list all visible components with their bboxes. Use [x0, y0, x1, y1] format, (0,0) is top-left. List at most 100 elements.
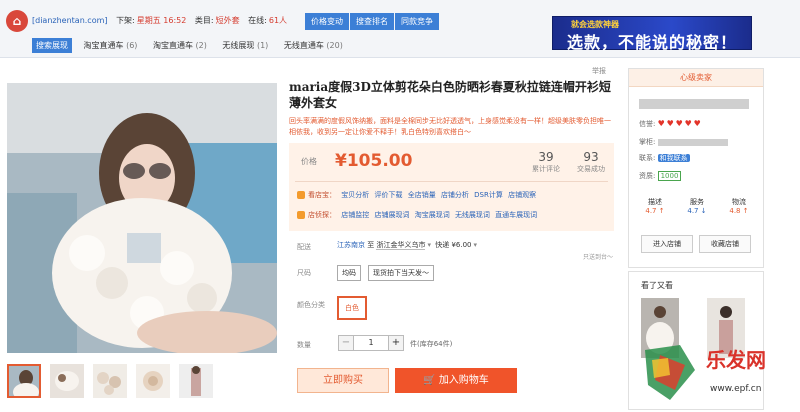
credit-label: 信誉: — [639, 120, 656, 128]
same-item-button[interactable]: 同款竞争 — [395, 13, 439, 30]
cart-icon: 🛒 — [423, 375, 439, 386]
ship-option[interactable]: 现货拍下当天发～ — [368, 265, 434, 281]
contact-row: 联系: 和我联系 — [639, 153, 690, 163]
divider — [295, 181, 608, 182]
seller-level-header: 心级卖家 — [629, 69, 763, 87]
link-shop-analysis[interactable]: 店铺分析 — [441, 191, 469, 199]
dianzhentan-label: 店侦探： — [308, 211, 336, 219]
link-shop-keywords[interactable]: 店铺展现词 — [374, 211, 409, 219]
thumbnail-2[interactable] — [50, 364, 84, 398]
tab-ztc-1[interactable]: 淘宝直通车 (6) — [80, 38, 142, 53]
online-label: 在线: — [248, 16, 267, 25]
color-label: 颜色分类 — [297, 301, 325, 309]
heart-icon: ♥ — [684, 119, 692, 128]
main-product-image[interactable] — [7, 83, 277, 353]
delivery-note: 只送到台～ — [583, 254, 614, 261]
sales-count: 93 — [583, 150, 599, 164]
site-watermark: 乐发网 www.epf.cn — [640, 340, 800, 410]
qty-increase-button[interactable]: + — [388, 335, 404, 351]
color-option-white[interactable]: 白色 — [337, 296, 367, 320]
origin-city: 江苏南京 — [337, 241, 365, 249]
download-label: 下架: — [116, 16, 135, 25]
link-wireless-keywords[interactable]: 无线展现词 — [455, 211, 490, 219]
link-taobao-keywords[interactable]: 淘宝展现词 — [415, 211, 450, 219]
quantity-input[interactable]: 1 — [354, 335, 388, 351]
stock-text: 件(库存64件) — [410, 340, 453, 348]
item-info-row: [dianzhentan.com] 下架: 星期五 16:52 类目: 短外套 在线… — [32, 15, 293, 26]
destination-select[interactable]: 浙江金华义乌市 — [376, 241, 426, 250]
add-to-cart-button[interactable]: 🛒 加入购物车 — [395, 368, 517, 393]
product-photo — [7, 83, 277, 353]
tab-wireless-ztc[interactable]: 无线直通车 (20) — [280, 38, 347, 53]
product-subtitle: 回头率满满的度假风饰纳搬，面料是全棉同步无比好透透气，上身感觉柔没有一样！超级美… — [289, 117, 611, 136]
credit-row: 信誉: ♥ ♥ ♥ ♥ ♥ — [639, 119, 703, 129]
link-shop-monitor[interactable]: 店铺监控 — [341, 211, 369, 219]
contact-badge[interactable]: 和我联系 — [657, 154, 690, 162]
reviews-label: 累计评论 — [532, 165, 560, 173]
ad-banner[interactable]: 就会选款神器 选款，不能说的秘密！ — [552, 16, 752, 52]
product-title: maria度假3D立体剪花朵白色防晒衫春夏秋拉链连帽开衫短薄外套女 — [289, 80, 611, 110]
tab-wireless-exposure[interactable]: 无线展现 (1) — [218, 38, 272, 53]
buy-now-button[interactable]: 立即购买 — [297, 368, 389, 393]
online-value: 61人 — [268, 16, 288, 25]
price-panel: 价格 ¥105.00 39 累计评论 93 交易成功 看店宝： 宝贝分析 评价下… — [289, 143, 614, 231]
link-review-download[interactable]: 评价下载 — [374, 191, 402, 199]
shopkeeper-label: 掌柜: — [639, 138, 656, 146]
watermark-text: 乐发网 — [706, 348, 766, 372]
favorite-shop-button[interactable]: 收藏店铺 — [699, 235, 751, 253]
tab-search-exposure[interactable]: 搜索展现 — [32, 38, 72, 53]
sales-label: 交易成功 — [577, 165, 605, 173]
qualification-label: 资质: — [639, 172, 656, 180]
download-value: 星期五 16:52 — [136, 16, 187, 25]
thumbnail-5[interactable] — [179, 364, 213, 398]
kandianbao-icon — [297, 191, 305, 199]
enter-shop-button[interactable]: 进入店铺 — [641, 235, 693, 253]
site-link[interactable]: [dianzhentan.com] — [32, 16, 108, 25]
watermark-url: www.epf.cn — [710, 384, 762, 394]
reviews-stat[interactable]: 39 累计评论 — [524, 150, 568, 174]
category-label: 类目: — [194, 16, 214, 25]
to-label: 至 — [367, 241, 375, 249]
link-shop-watch[interactable]: 店铺观察 — [508, 191, 536, 199]
qualification-row: 资质: 1000 — [639, 171, 682, 181]
qty-decrease-button[interactable]: − — [338, 335, 354, 351]
plugin-toolbar: ⌂ [dianzhentan.com] 下架: 星期五 16:52 类目: 短外套 … — [0, 0, 800, 58]
report-link[interactable]: 举报 — [592, 66, 606, 76]
logo-icon: ⌂ — [6, 10, 28, 32]
search-rank-button[interactable]: 搜查排名 — [350, 13, 394, 30]
link-item-analysis[interactable]: 宝贝分析 — [341, 191, 369, 199]
thumbnail-1[interactable] — [7, 364, 41, 398]
link-shop-sales[interactable]: 全店销量 — [408, 191, 436, 199]
kandianbao-label: 看店宝： — [308, 191, 336, 199]
kandianbao-row: 看店宝： 宝贝分析 评价下载 全店销量 店铺分析 DSR计算 店铺观察 — [297, 190, 536, 200]
link-dsr-calc[interactable]: DSR计算 — [474, 191, 503, 199]
tab-ztc-2[interactable]: 淘宝直通车 (2) — [149, 38, 211, 53]
sales-stat: 93 交易成功 — [569, 150, 613, 174]
score-description: 描述 4.7 ↑ — [645, 198, 665, 215]
dianzhentan-row: 店侦探： 店铺监控 店铺展现词 淘宝展现词 无线展现词 直通车展现词 — [297, 210, 537, 220]
heart-icon: ♥ — [693, 119, 701, 128]
reviews-count: 39 — [538, 150, 554, 164]
score-logistics: 物流 4.8 ↑ — [729, 198, 749, 215]
qty-label: 数量 — [297, 341, 311, 349]
contact-label: 联系: — [639, 154, 656, 162]
price-change-button[interactable]: 价格变动 — [305, 13, 349, 30]
size-option[interactable]: 均码 — [337, 265, 361, 281]
thumbnail-4[interactable] — [136, 364, 170, 398]
heart-icon: ♥ — [657, 119, 665, 128]
shipping-fee[interactable]: 快递 ¥6.00 — [435, 241, 471, 249]
see-also-title: 看了又看 — [641, 281, 673, 290]
link-ztc-keywords[interactable]: 直通车展现词 — [495, 211, 537, 219]
heart-icon: ♥ — [666, 119, 674, 128]
banner-headline: 选款，不能说的秘密！ — [567, 33, 738, 52]
chevron-down-icon: ▾ — [427, 241, 431, 249]
shopkeeper-row: 掌柜: — [639, 137, 728, 147]
dianzhentan-icon — [297, 211, 305, 219]
price-label: 价格 — [301, 157, 317, 166]
score-service: 服务 4.7 ↓ — [687, 198, 707, 215]
thumbnail-3[interactable] — [93, 364, 127, 398]
delivery-row: 江苏南京 至 浙江金华义乌市 ▾ 快递 ¥6.00 ▾ — [337, 240, 479, 250]
price-value: ¥105.00 — [335, 151, 413, 171]
exposure-tabs: 搜索展现 淘宝直通车 (6) 淘宝直通车 (2) 无线展现 (1) 无线直通车 … — [32, 38, 352, 53]
category-value: 短外套 — [215, 16, 240, 25]
